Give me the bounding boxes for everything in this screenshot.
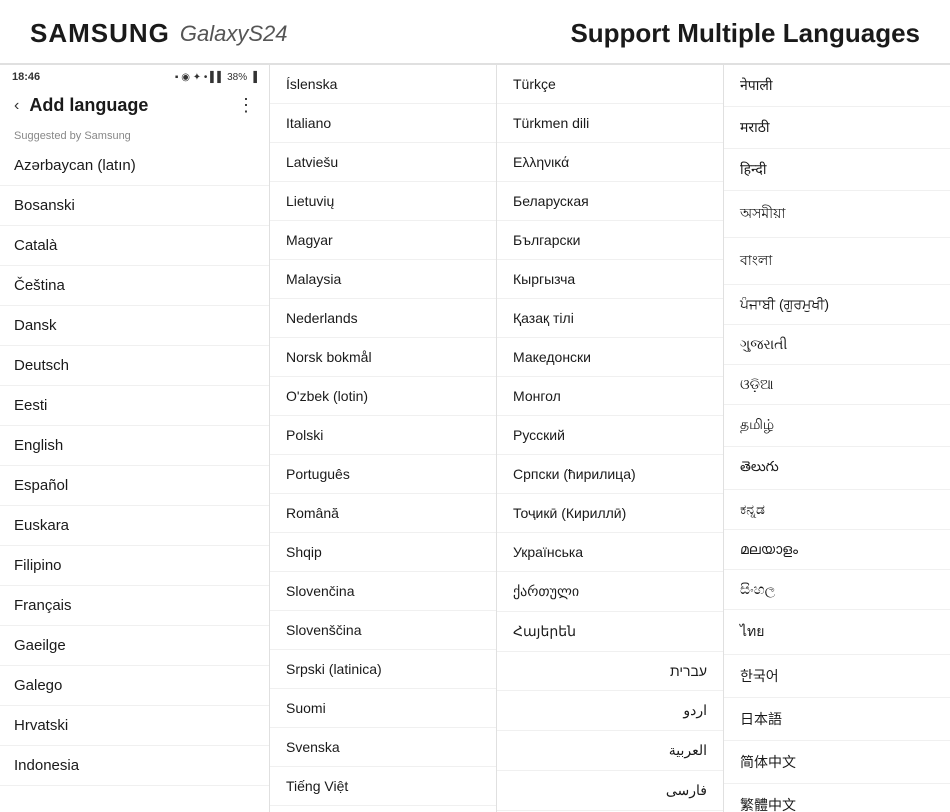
- list-item[interactable]: Svenska: [270, 728, 496, 767]
- list-item[interactable]: Türkçe: [497, 65, 723, 104]
- list-item[interactable]: Català: [0, 226, 269, 266]
- status-bar: 18:46 ▪ ◉ ✦ • ▌▌ 38% ▐: [0, 65, 269, 87]
- list-item[interactable]: Français: [0, 586, 269, 626]
- list-item[interactable]: English: [0, 426, 269, 466]
- list-item[interactable]: Српски (ћирилица): [497, 455, 723, 494]
- galaxy-logo: GalaxyS24: [180, 21, 288, 47]
- list-item[interactable]: Filipino: [0, 546, 269, 586]
- list-item[interactable]: Italiano: [270, 104, 496, 143]
- list-item[interactable]: Polski: [270, 416, 496, 455]
- list-item[interactable]: اردو: [497, 691, 723, 731]
- list-item[interactable]: Português: [270, 455, 496, 494]
- list-item[interactable]: Malaysia: [270, 260, 496, 299]
- list-item[interactable]: नेपाली: [724, 65, 950, 107]
- list-item[interactable]: Bosanski: [0, 186, 269, 226]
- language-column-4: नेपालीमराठीहिन्दीঅসমীয়াবাংলাਪੰਜਾਬੀ (ਗੁਰ…: [724, 65, 950, 812]
- list-item[interactable]: Dansk: [0, 306, 269, 346]
- list-item[interactable]: Български: [497, 221, 723, 260]
- list-item[interactable]: Тоҷикӣ (Кириллӣ): [497, 494, 723, 533]
- list-item[interactable]: 简体中文: [724, 741, 950, 784]
- list-item[interactable]: Euskara: [0, 506, 269, 546]
- list-item[interactable]: Shqip: [270, 533, 496, 572]
- list-item[interactable]: मराठी: [724, 107, 950, 149]
- list-item[interactable]: ไทย: [724, 610, 950, 655]
- list-item[interactable]: 日本語: [724, 698, 950, 741]
- list-item[interactable]: Монгол: [497, 377, 723, 416]
- list-item[interactable]: Deutsch: [0, 346, 269, 386]
- list-item[interactable]: हिन्दी: [724, 149, 950, 191]
- list-item[interactable]: తెలుగు: [724, 447, 950, 490]
- list-item[interactable]: Suomi: [270, 689, 496, 728]
- more-icon[interactable]: ⋮: [237, 95, 255, 116]
- language-column-2: ÍslenskaItalianoLatviešuLietuviųMagyarMa…: [270, 65, 497, 812]
- list-item[interactable]: Srpski (latinica): [270, 650, 496, 689]
- list-item[interactable]: Русский: [497, 416, 723, 455]
- list-item[interactable]: Gaeilge: [0, 626, 269, 666]
- list-item[interactable]: Íslenska: [270, 65, 496, 104]
- list-item[interactable]: Eesti: [0, 386, 269, 426]
- list-item[interactable]: Македонски: [497, 338, 723, 377]
- list-item[interactable]: ਪੰਜਾਬੀ (ਗੁਰਮੁਖੀ): [724, 285, 950, 325]
- language-column-3: TürkçeTürkmen diliΕλληνικάБеларускаяБълг…: [497, 65, 724, 812]
- nav-title: Add language: [29, 95, 237, 116]
- samsung-logo: SAMSUNG: [30, 18, 170, 49]
- phone-panel: 18:46 ▪ ◉ ✦ • ▌▌ 38% ▐ ‹ Add language ⋮ …: [0, 65, 270, 812]
- list-item[interactable]: Беларуская: [497, 182, 723, 221]
- list-item[interactable]: Nederlands: [270, 299, 496, 338]
- list-item[interactable]: ಕನ್ನಡ: [724, 490, 950, 530]
- list-item[interactable]: Lietuvių: [270, 182, 496, 221]
- list-item[interactable]: Español: [0, 466, 269, 506]
- list-item[interactable]: Magyar: [270, 221, 496, 260]
- header: SAMSUNG GalaxyS24 Support Multiple Langu…: [0, 0, 950, 64]
- list-item[interactable]: Ελληνικά: [497, 143, 723, 182]
- list-item[interactable]: Slovenčina: [270, 572, 496, 611]
- list-item[interactable]: Indonesia: [0, 746, 269, 786]
- list-item[interactable]: Українська: [497, 533, 723, 572]
- list-item[interactable]: ଓଡ଼ିଆ: [724, 365, 950, 405]
- list-item[interactable]: Galego: [0, 666, 269, 706]
- list-item[interactable]: العربية: [497, 731, 723, 771]
- list-item[interactable]: தமிழ்: [724, 405, 950, 447]
- list-item[interactable]: Türkmen dili: [497, 104, 723, 143]
- list-item[interactable]: Հայերեն: [497, 612, 723, 652]
- list-item[interactable]: অসমীয়া: [724, 191, 950, 238]
- nav-bar: ‹ Add language ⋮: [0, 87, 269, 124]
- list-item[interactable]: 한국어: [724, 655, 950, 698]
- list-item[interactable]: עברית: [497, 652, 723, 691]
- list-item[interactable]: Norsk bokmål: [270, 338, 496, 377]
- status-time: 18:46: [12, 71, 40, 83]
- list-item[interactable]: ગુજરાતી: [724, 325, 950, 365]
- list-item[interactable]: O'zbek (lotin): [270, 377, 496, 416]
- list-item[interactable]: Hrvatski: [0, 706, 269, 746]
- back-icon[interactable]: ‹: [14, 97, 19, 115]
- list-item[interactable]: മലയാളം: [724, 530, 950, 570]
- list-item[interactable]: Română: [270, 494, 496, 533]
- page-title: Support Multiple Languages: [570, 18, 920, 49]
- list-item[interactable]: සිංහල: [724, 570, 950, 610]
- list-item[interactable]: 繁體中文: [724, 784, 950, 812]
- list-item[interactable]: Slovenščina: [270, 611, 496, 650]
- list-item[interactable]: Azərbaycan (latın): [0, 146, 269, 186]
- list-item[interactable]: ქართული: [497, 572, 723, 612]
- suggested-label: Suggested by Samsung: [0, 124, 269, 146]
- list-item[interactable]: Latviešu: [270, 143, 496, 182]
- list-item[interactable]: Tiếng Việt: [270, 767, 496, 806]
- main-content: 18:46 ▪ ◉ ✦ • ▌▌ 38% ▐ ‹ Add language ⋮ …: [0, 64, 950, 812]
- list-item[interactable]: বাংলা: [724, 238, 950, 285]
- list-item[interactable]: Čeština: [0, 266, 269, 306]
- status-icons: ▪ ◉ ✦ • ▌▌ 38% ▐: [175, 72, 257, 83]
- list-item[interactable]: Кыргызча: [497, 260, 723, 299]
- phone-language-list: Azərbaycan (latın)BosanskiCatalàČeštinaD…: [0, 146, 269, 786]
- list-item[interactable]: Қазақ тілі: [497, 299, 723, 338]
- list-item[interactable]: فارسی: [497, 771, 723, 811]
